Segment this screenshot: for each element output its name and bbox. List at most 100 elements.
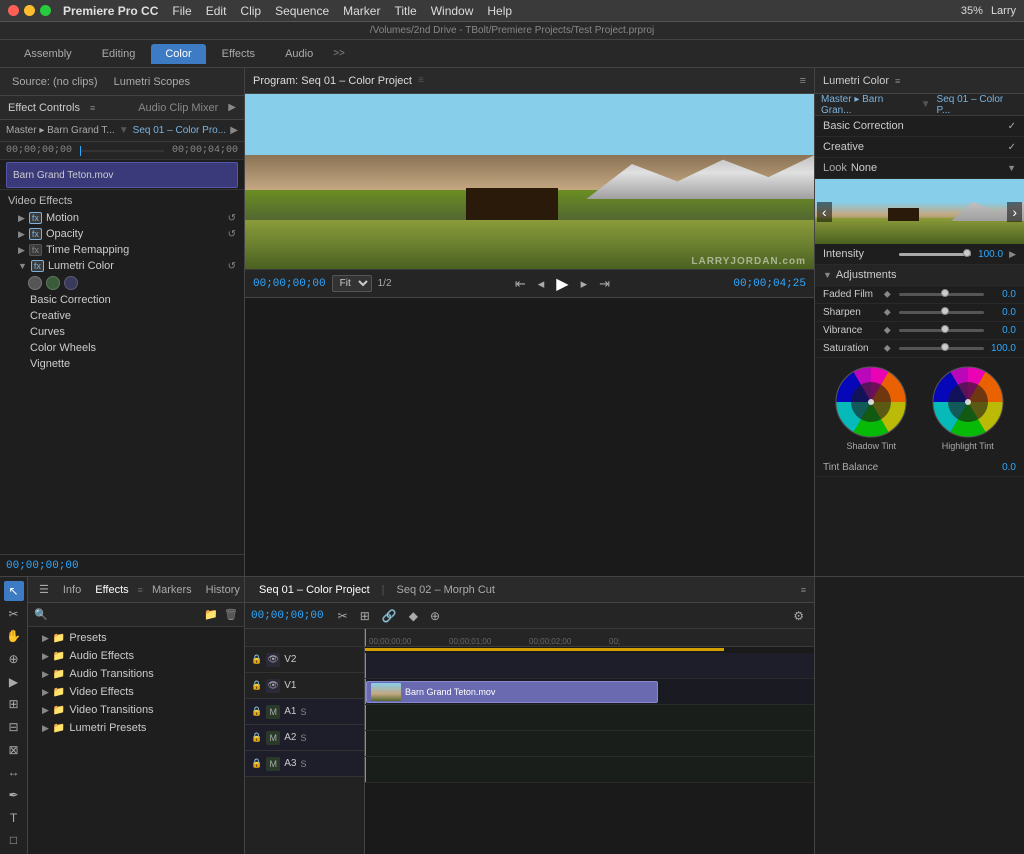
sharpen-thumb[interactable] xyxy=(941,307,949,315)
opacity-reset[interactable]: ↺ xyxy=(228,229,236,240)
rolling-tool[interactable]: ⊟ xyxy=(4,717,24,737)
menu-help[interactable]: Help xyxy=(481,4,518,18)
preview-next-btn[interactable]: › xyxy=(1007,202,1022,222)
presets-item[interactable]: ▶ 📁 Presets xyxy=(28,629,244,647)
lumetri-color-effect[interactable]: ▼ fx Lumetri Color ↺ xyxy=(0,258,244,274)
hand-tool[interactable]: ✋ xyxy=(4,626,24,646)
opacity-effect[interactable]: ▶ fx Opacity ↺ xyxy=(0,226,244,242)
step-forward-btn[interactable]: ▸ xyxy=(578,275,591,293)
tl-snap-btn[interactable]: ⊞ xyxy=(356,607,374,625)
tab-assembly[interactable]: Assembly xyxy=(10,44,86,64)
look-dropdown[interactable]: ▼ xyxy=(1007,163,1016,173)
tab-source[interactable]: Source: (no clips) xyxy=(6,74,104,90)
circle-icon-1[interactable] xyxy=(28,276,42,290)
v1-eye-icon[interactable]: 👁 xyxy=(266,679,280,693)
slip-tool[interactable]: ⊠ xyxy=(4,740,24,760)
delete-icon[interactable]: 🗑 xyxy=(224,608,238,621)
menu-file[interactable]: File xyxy=(166,4,197,18)
audio-transitions-item[interactable]: ▶ 📁 Audio Transitions xyxy=(28,665,244,683)
time-remapping-effect[interactable]: ▶ fx Time Remapping xyxy=(0,242,244,258)
clip-block-v1[interactable]: Barn Grand Teton.mov xyxy=(366,681,658,703)
select-tool[interactable]: ↖ xyxy=(4,581,24,601)
clip-bar[interactable]: Barn Grand Teton.mov xyxy=(6,162,238,188)
tab-audio[interactable]: Audio xyxy=(271,44,327,64)
pen-tool[interactable]: ✒ xyxy=(4,785,24,805)
a1-mute-icon[interactable]: M xyxy=(266,705,280,719)
color-wheels-sub[interactable]: Color Wheels xyxy=(0,340,244,356)
creative-row[interactable]: Creative ✓ xyxy=(815,137,1024,158)
a1-lock[interactable]: 🔒 xyxy=(251,706,262,717)
expand-right-btn[interactable]: ▶ xyxy=(1009,249,1016,260)
tl-tab-seq02[interactable]: Seq 02 – Morph Cut xyxy=(391,582,501,598)
shadow-wheel[interactable] xyxy=(835,366,907,438)
highlight-wheel[interactable] xyxy=(932,366,1004,438)
a2-mute-icon[interactable]: M xyxy=(266,731,280,745)
shape-tool[interactable]: □ xyxy=(4,830,24,850)
v2-eye-icon[interactable]: 👁 xyxy=(266,653,280,667)
video-effects-item[interactable]: ▶ 📁 Video Effects xyxy=(28,683,244,701)
monitor-menu-btn[interactable]: ≡ xyxy=(800,75,806,87)
v1-lock[interactable]: 🔒 xyxy=(251,680,262,691)
tl-tab-seq01[interactable]: Seq 01 – Color Project xyxy=(253,582,376,598)
menu-edit[interactable]: Edit xyxy=(200,4,233,18)
go-to-in-btn[interactable]: ⇤ xyxy=(512,275,529,293)
menu-clip[interactable]: Clip xyxy=(234,4,267,18)
a2-lock[interactable]: 🔒 xyxy=(251,732,262,743)
tab-lumetri-scopes[interactable]: Lumetri Scopes xyxy=(108,74,196,90)
adjustments-header[interactable]: ▼ Adjustments xyxy=(815,265,1024,286)
creative-sub[interactable]: Creative xyxy=(0,308,244,324)
curves-sub[interactable]: Curves xyxy=(0,324,244,340)
minimize-button[interactable] xyxy=(24,5,35,16)
step-back-btn[interactable]: ◂ xyxy=(535,275,548,293)
close-button[interactable] xyxy=(8,5,19,16)
vibrance-slider[interactable] xyxy=(899,329,984,332)
effects-search-input[interactable] xyxy=(54,609,199,621)
intensity-slider[interactable] xyxy=(899,253,971,256)
razor-tool[interactable]: ✂ xyxy=(4,604,24,624)
tab-markers[interactable]: Markers xyxy=(147,582,197,598)
motion-effect[interactable]: ▶ fx Motion ↺ xyxy=(0,210,244,226)
type-tool[interactable]: T xyxy=(4,808,24,828)
tab-color[interactable]: Color xyxy=(151,44,205,64)
audio-clip-mixer-btn[interactable]: Audio Clip Mixer xyxy=(138,102,218,114)
faded-film-slider[interactable] xyxy=(899,293,984,296)
tl-markers-btn[interactable]: ◆ xyxy=(405,607,422,625)
circle-icon-3[interactable] xyxy=(64,276,78,290)
a3-mute-icon[interactable]: M xyxy=(266,757,280,771)
menu-window[interactable]: Window xyxy=(425,4,480,18)
tl-menu-icon[interactable]: ≡ xyxy=(801,585,806,595)
saturation-slider[interactable] xyxy=(899,347,984,350)
reset-icon[interactable]: ↺ xyxy=(228,213,236,224)
video-transitions-item[interactable]: ▶ 📁 Video Transitions xyxy=(28,701,244,719)
menu-title[interactable]: Title xyxy=(388,4,422,18)
sharpen-slider[interactable] xyxy=(899,311,984,314)
maximize-button[interactable] xyxy=(40,5,51,16)
play-btn[interactable]: ▶ xyxy=(553,273,571,295)
go-to-out-btn[interactable]: ⇥ xyxy=(596,275,613,293)
new-bin-icon[interactable]: 📁 xyxy=(204,608,218,621)
expand-icon[interactable]: ▶ xyxy=(230,125,238,136)
basic-correction-row[interactable]: Basic Correction ✓ xyxy=(815,116,1024,137)
track-select-tool[interactable]: ▶ xyxy=(4,672,24,692)
slide-tool[interactable]: ↔ xyxy=(4,762,24,782)
circle-icon-2[interactable] xyxy=(46,276,60,290)
tl-link-btn[interactable]: 🔗 xyxy=(378,607,401,625)
faded-film-thumb[interactable] xyxy=(941,289,949,297)
panel-right-arrow[interactable]: ▶ xyxy=(228,102,236,113)
zoom-tool[interactable]: ⊕ xyxy=(4,649,24,669)
vibrance-thumb[interactable] xyxy=(941,325,949,333)
vignette-sub[interactable]: Vignette xyxy=(0,356,244,372)
tab-effects[interactable]: Effects xyxy=(90,582,133,598)
intensity-thumb[interactable] xyxy=(963,249,971,257)
lumetri-presets-item[interactable]: ▶ 📁 Lumetri Presets xyxy=(28,719,244,737)
audio-effects-item[interactable]: ▶ 📁 Audio Effects xyxy=(28,647,244,665)
basic-correction-sub[interactable]: Basic Correction xyxy=(0,292,244,308)
fit-select[interactable]: Fit xyxy=(332,275,372,292)
menu-sequence[interactable]: Sequence xyxy=(269,4,335,18)
lumetri-reset[interactable]: ↺ xyxy=(228,261,236,272)
preview-prev-btn[interactable]: ‹ xyxy=(817,202,832,222)
tab-libraries[interactable]: ☰ xyxy=(34,581,54,598)
workspace-more[interactable]: >> xyxy=(333,48,345,59)
saturation-thumb[interactable] xyxy=(941,343,949,351)
tab-info[interactable]: Info xyxy=(58,582,86,598)
